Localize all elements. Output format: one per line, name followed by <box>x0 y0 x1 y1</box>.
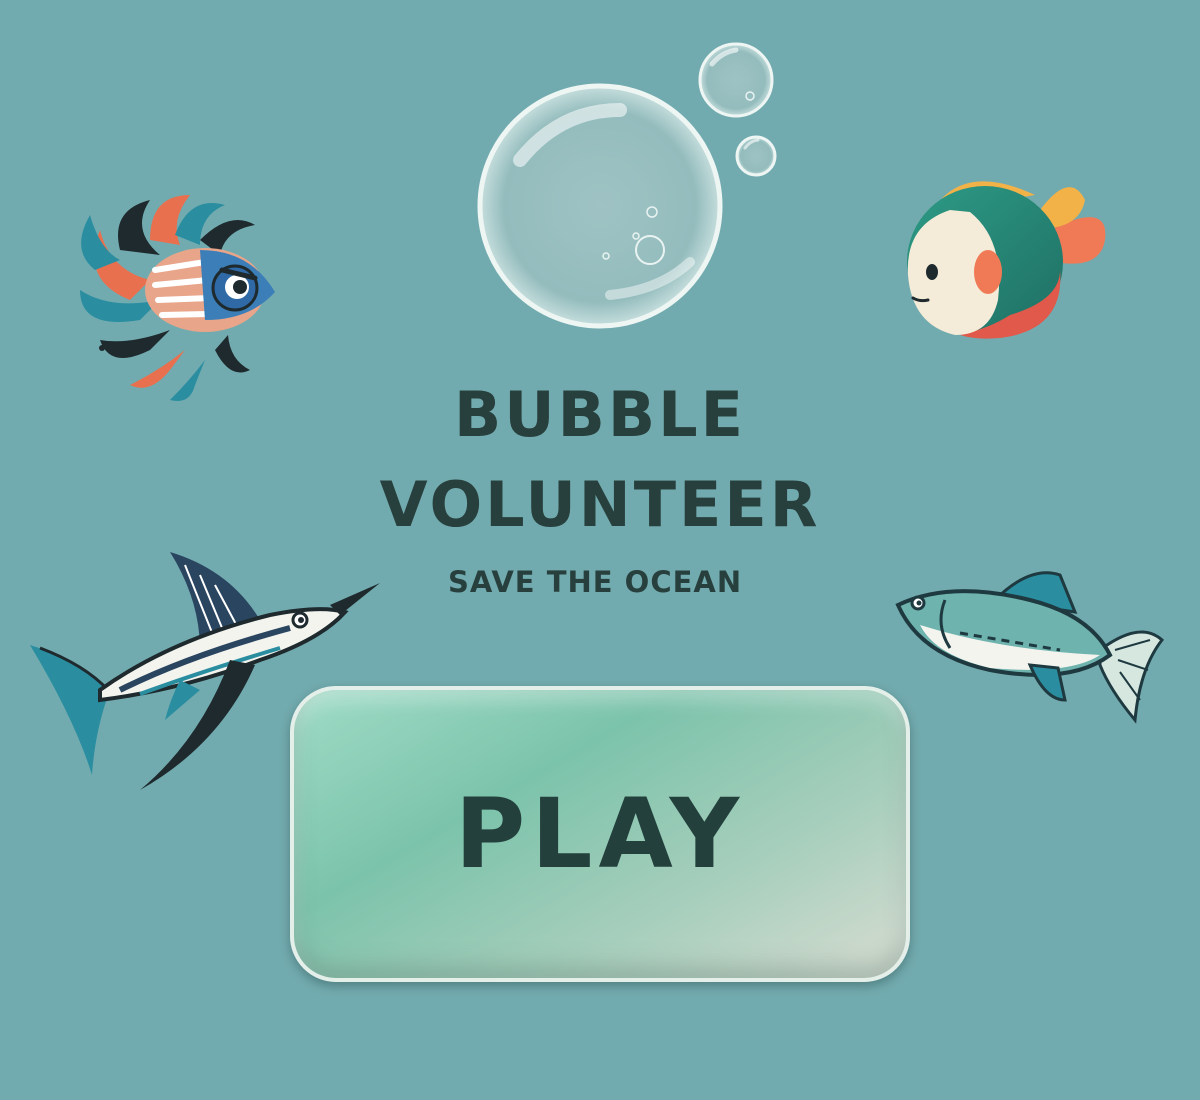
sardine-icon <box>895 571 1165 724</box>
small-bubble-icon <box>735 135 777 177</box>
play-button-label: PLAY <box>454 778 746 890</box>
cartoon-fish-icon <box>907 181 1106 339</box>
game-title-line-1: BUBBLE <box>454 378 746 451</box>
game-subtitle: SAVE THE OCEAN <box>448 565 743 599</box>
game-title-line-2: VOLUNTEER <box>379 468 821 541</box>
large-bubble-icon <box>477 83 723 329</box>
medium-bubble-icon <box>698 42 774 118</box>
lionfish-icon <box>80 195 275 401</box>
play-button[interactable]: PLAY <box>290 686 910 982</box>
